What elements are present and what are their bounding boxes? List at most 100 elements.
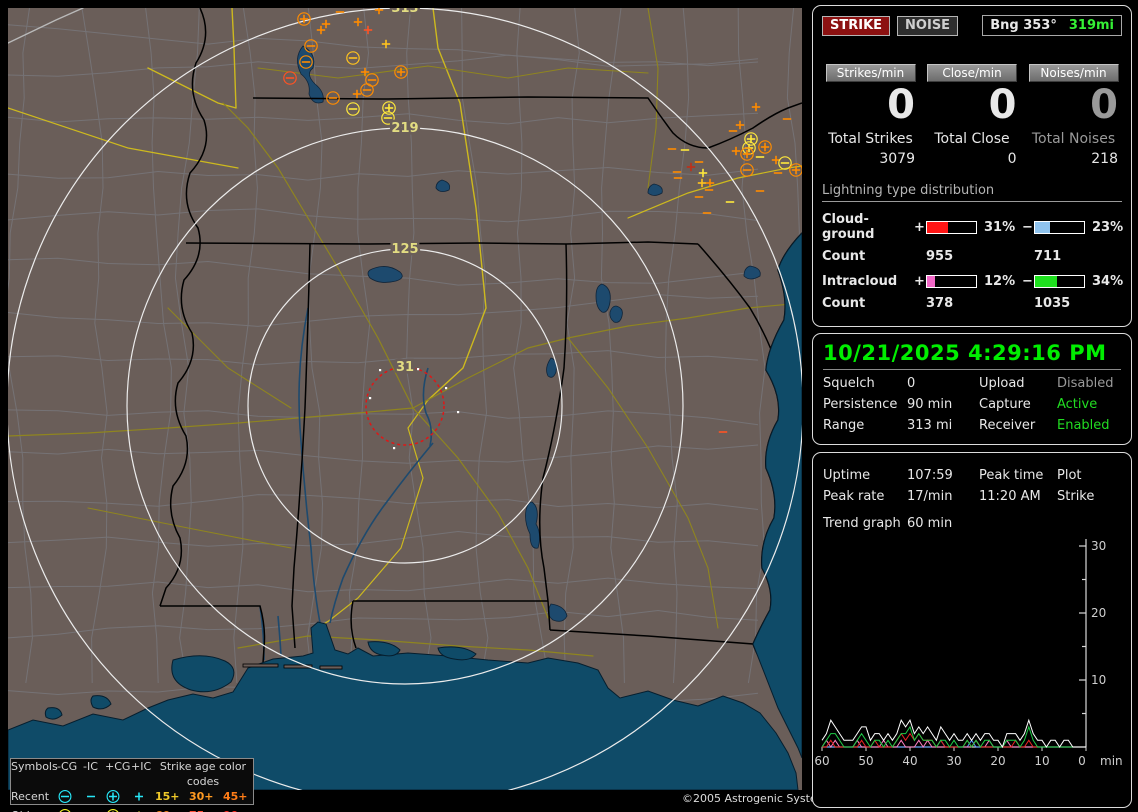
ic-negative-bar [1034,275,1085,288]
cg-negative-bar [1034,220,1085,234]
range-label: Range [823,418,865,433]
svg-text:30: 30 [946,754,961,768]
peak-time-value: 11:20 AM [979,489,1041,504]
cloud-ground-row: Cloud-ground + 31% − 23% [822,212,1124,242]
svg-text:20: 20 [990,754,1005,768]
capture-label: Capture [979,397,1031,412]
upload-value: Disabled [1057,376,1114,391]
noises-column: Noises/min 0 Total Noises 218 [1025,64,1122,167]
legend-old-label: Old [11,808,57,812]
ic-negative-count: 1035 [1034,296,1071,311]
svg-text:40: 40 [902,754,917,768]
total-close-value: 0 [1007,151,1017,167]
noise-mode-button[interactable]: NOISE [897,15,959,36]
peak-rate-value: 17/min [907,489,953,504]
svg-text:0: 0 [1078,754,1086,768]
trend-series-cloud-ground- [822,739,1086,748]
trend-graph-label: Trend graph [823,516,901,531]
legend-glyph-p [131,789,155,808]
ic-positive-pct: 12% [984,274,1016,289]
legend-age-title: Strike age color codes [159,760,247,788]
range-value: 313 mi [907,418,953,433]
bearing-readout: Bng 353° 319mi [982,15,1122,36]
status-panel: 10/21/2025 4:29:16 PM Squelch 0 Upload D… [812,333,1132,445]
trend-series-intracloud+ [821,739,1086,748]
plot-label: Plot [1057,468,1082,483]
cg-negative-count: 711 [1034,249,1062,264]
trend-series-intracloud- [821,725,1086,748]
plus-sign: + [914,219,925,235]
legend-header-pos-cg: +CG [105,760,131,773]
cg-positive-count: 955 [926,249,954,264]
copyright-text: ©2005 Astrogenic Systems [682,792,834,805]
legend-header-symbols: Symbols [11,760,58,773]
svg-text:min: min [1100,754,1123,768]
peak-rate-row: Peak rate 17/min 11:20 AM Strike [823,489,1121,504]
peak-rate-label: Peak rate [823,489,885,504]
ring-label-125: 125 [391,242,418,257]
cg-positive-bar [926,220,977,234]
noises-per-min-value: 0 [1090,82,1118,128]
bearing-range: 319mi [1068,18,1114,33]
strikes-per-min-button[interactable]: Strikes/min [825,64,916,82]
svg-text:60: 60 [815,754,830,768]
cg-negative-pct: 23% [1092,219,1124,235]
legend-header-neg-ic: -IC [83,760,98,773]
trend-graph-value: 60 min [907,516,953,531]
age-code-30+: 30+ [189,790,214,803]
strikes-column: Strikes/min 0 Total Strikes 3079 [822,64,919,167]
svg-text:20: 20 [1091,606,1106,620]
svg-text:10: 10 [1034,754,1049,768]
cg-positive-pct: 31% [984,219,1016,235]
intracloud-label: Intracloud [822,274,898,289]
ring-label-219: 219 [391,121,418,136]
peak-time-label: Peak time [979,468,1044,483]
uptime-value: 107:59 [907,468,953,483]
datetime-display: 10/21/2025 4:29:16 PM [823,341,1107,365]
age-code-75+: 75+ [189,808,223,812]
cloud-ground-count-row: Count 955 711 [822,249,1122,264]
receiver-value: Enabled [1057,418,1110,433]
legend-glyph-cp [105,808,131,812]
legend-row-recent: Recent 15+ 30+ 45+ [11,789,253,808]
persistence-label: Persistence [823,397,898,412]
strike-mode-button[interactable]: STRIKE [822,15,891,36]
total-noises-value: 218 [1091,151,1118,167]
trend-graph-row: Trend graph 60 min [823,516,1121,531]
total-strikes-label: Total Strikes [828,131,913,147]
total-close-label: Total Close [934,131,1010,147]
svg-text:30: 30 [1091,539,1106,553]
close-per-min-value: 0 [988,82,1017,128]
legend-glyph-cm [57,808,83,812]
plus-sign: + [914,274,925,289]
plot-value: Strike [1057,489,1095,504]
close-per-min-button[interactable]: Close/min [927,64,1017,82]
lightning-symbol-cm [58,790,72,803]
uptime-row: Uptime 107:59 Peak time Plot [823,468,1121,483]
upload-label: Upload [979,376,1025,391]
status-row: Persistence 90 min Capture Active [823,397,1121,412]
minus-sign: − [1022,274,1033,289]
persistence-value: 90 min [907,397,953,412]
map-canvas[interactable]: 313 219 125 31 [2,0,808,805]
noises-per-min-button[interactable]: Noises/min [1028,64,1119,82]
total-strikes-value: 3079 [879,151,915,167]
uptime-label: Uptime [823,468,871,483]
age-code-15+: 15+ [155,790,180,803]
capture-value: Active [1057,397,1098,412]
age-code-90+: 90+ [223,808,251,812]
total-noises-label: Total Noises [1031,131,1116,147]
legend-glyph-p [131,808,155,812]
status-row: Range 313 mi Receiver Enabled [823,418,1121,433]
trend-panel: Uptime 107:59 Peak time Plot Peak rate 1… [812,452,1132,808]
ic-positive-bar [926,275,977,288]
distribution-title: Lightning type distribution [822,183,1122,202]
lightning-symbol-cp [106,790,120,803]
legend-glyph-cm [57,789,83,808]
lightning-map[interactable]: 313 219 125 31 [2,0,808,805]
strikes-per-min-value: 0 [887,82,915,128]
ring-label-313: 313 [391,8,418,16]
legend-header-pos-ic: +IC [131,760,152,773]
ic-negative-pct: 34% [1092,274,1124,289]
symbol-legend: Symbols -CG -IC +CG +IC Strike age color… [10,758,254,812]
